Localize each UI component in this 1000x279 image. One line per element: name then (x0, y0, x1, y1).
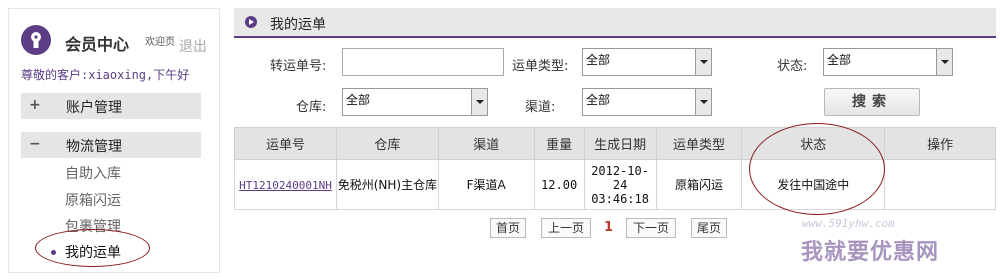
expand-icon: + (29, 97, 41, 113)
channel-cell: F渠道A (437, 159, 535, 210)
arrow-circle-icon (245, 16, 257, 28)
waybill-number-link[interactable]: HT1210240001NH (239, 179, 332, 192)
waybill-type-select[interactable]: 全部 (582, 48, 712, 76)
time-value: 03:46:18 (591, 191, 649, 206)
status-select[interactable]: 全部 (823, 48, 953, 76)
annotation-ellipse (749, 123, 885, 215)
sidebar-group-account[interactable]: + 账户管理 (21, 93, 201, 119)
annotation-ellipse (35, 229, 150, 267)
select-value: 全部 (346, 93, 371, 107)
date-value: 2012-10-24 (591, 163, 649, 192)
chevron-down-icon (695, 49, 711, 75)
chevron-down-icon (471, 89, 487, 115)
next-page-button[interactable]: 下一页 (626, 218, 676, 238)
member-center-title: 会员中心 (65, 35, 130, 54)
chevron-down-icon (695, 89, 711, 115)
column-header: 生成日期 (583, 127, 657, 160)
warehouse-label: 仓库: (296, 100, 327, 115)
select-value: 全部 (586, 53, 611, 67)
select-value: 全部 (586, 93, 611, 107)
column-header: 渠道 (437, 127, 535, 160)
member-header: 会员中心 欢迎页 退出 (19, 19, 209, 59)
column-header: 运单类型 (655, 127, 743, 160)
waybill-cell: HT1210240001NH (234, 159, 337, 210)
sidebar-item-self-checkin[interactable]: 自助入库 (65, 163, 121, 183)
date-cell: 2012-10-24 03:46:18 (583, 159, 657, 210)
action-cell (884, 159, 996, 210)
transfer-no-label: 转运单号: (270, 59, 327, 74)
sidebar-group-label: 物流管理 (66, 139, 122, 155)
last-page-button[interactable]: 尾页 (691, 218, 727, 238)
column-header: 重量 (533, 127, 585, 160)
column-header: 仓库 (335, 127, 439, 160)
sidebar-group-logistics[interactable]: − 物流管理 (21, 132, 201, 158)
channel-select[interactable]: 全部 (582, 88, 712, 116)
type-cell: 原箱闪运 (655, 159, 743, 210)
customer-greeting: 尊敬的客户:xiaoxing,下午好 (21, 68, 190, 82)
channel-label: 渠道: (525, 100, 556, 115)
select-value: 全部 (827, 53, 852, 67)
prev-page-button[interactable]: 上一页 (541, 218, 591, 238)
watermark-url: www.591yhw.com (802, 217, 895, 230)
search-button[interactable]: 搜索 (824, 88, 920, 116)
column-header: 运单号 (234, 127, 337, 160)
sidebar-item-box-flash[interactable]: 原箱闪运 (65, 190, 121, 210)
keyhole-icon (21, 25, 51, 55)
first-page-button[interactable]: 首页 (490, 218, 526, 238)
current-page: 1 (604, 220, 614, 235)
page-title: 我的运单 (270, 17, 326, 33)
warehouse-select[interactable]: 全部 (342, 88, 488, 116)
status-label: 状态: (777, 59, 808, 74)
chevron-down-icon (936, 49, 952, 75)
weight-cell: 12.00 (533, 159, 585, 210)
welcome-link[interactable]: 欢迎页 (145, 33, 175, 48)
column-header: 操作 (884, 127, 996, 160)
warehouse-cell: 免税州(NH)主仓库 (335, 159, 439, 210)
transfer-no-input[interactable] (342, 48, 504, 76)
collapse-icon: − (29, 136, 41, 152)
waybill-type-label: 运单类型: (512, 59, 569, 74)
watermark-text: 我就要优惠网 (801, 240, 940, 265)
logout-link[interactable]: 退出 (179, 36, 207, 56)
page-header: 我的运单 (234, 8, 996, 38)
sidebar-group-label: 账户管理 (66, 100, 122, 116)
